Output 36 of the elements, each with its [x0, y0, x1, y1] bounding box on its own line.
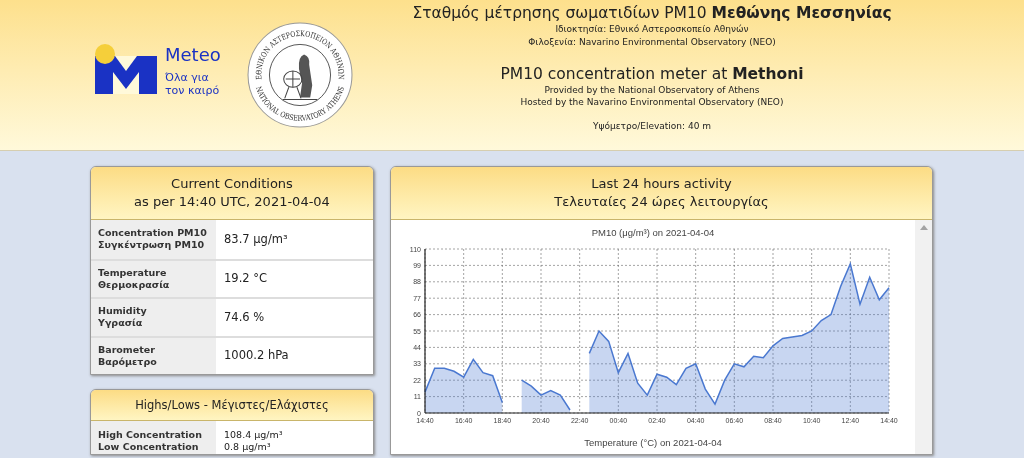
row-label: Humidity [98, 305, 148, 318]
panel-title: Highs/Lows - Μέγιστες/Ελάχιστες [134, 397, 330, 413]
row-label: Temperature [98, 266, 168, 279]
ownership-text: Ιδιοκτησία: Εθνικό Αστεροσκοπείο Αθηνών [555, 23, 749, 36]
station-title: PM10 concentration meter at Methoni [500, 64, 804, 84]
panel-title: Current Conditions [170, 175, 294, 193]
provider-text: Provided by the National Observatory of Athens [544, 84, 760, 96]
row-label: Συγκέντρωση PM10 [98, 239, 206, 252]
row-label: Concentration PM10 [98, 227, 208, 240]
scroll-up-icon[interactable] [919, 225, 928, 230]
host-text: Φιλοξενία: Navarino Environmental Observatory (NEO) [528, 36, 776, 49]
row-label: Υγρασία [98, 317, 144, 330]
logo-name: Meteo [165, 44, 221, 67]
row-label: Low Concentration [98, 441, 200, 453]
meteo-logo-icon [95, 44, 157, 94]
row-label: High Concentration [98, 429, 203, 441]
panel-subtitle: Τελευταίες 24 ώρες λειτουργίας [553, 193, 770, 211]
host-text: Hosted by the Navarino Environmental Observatory (NEO) [520, 96, 784, 108]
row-value: 108.4 μg/m³ [224, 429, 284, 441]
row-value: 1000.2 hPa [224, 347, 289, 365]
elevation-text: Υψόμετρο/Elevation: 40 m [593, 120, 711, 132]
row-label: Θερμοκρασία [98, 278, 171, 291]
row-value: 83.7 μg/m³ [224, 230, 288, 248]
row-value: 74.6 % [224, 308, 265, 326]
scrollbar[interactable] [915, 220, 932, 454]
row-value: 0.8 μg/m³ [224, 441, 272, 453]
row-label: Βαρόμετρο [98, 355, 158, 368]
station-title: Σταθμός μέτρησης σωματιδίων PM10 Μεθώνης Μεσσηνίας [412, 3, 892, 23]
row-label: Barometer [98, 343, 156, 356]
chart-title: Temperature (°C) on 2021-04-04 [584, 436, 722, 451]
row-value: 19.2 °C [224, 270, 268, 288]
chart-title: PM10 (μg/m³) on 2021-04-04 [591, 226, 715, 240]
panel-title: Last 24 hours activity [590, 175, 733, 193]
logo-tagline: τον καιρό [165, 84, 221, 98]
panel-subtitle: as per 14:40 UTC, 2021-04-04 [133, 193, 331, 211]
logo-tagline: Όλα για [165, 70, 210, 85]
